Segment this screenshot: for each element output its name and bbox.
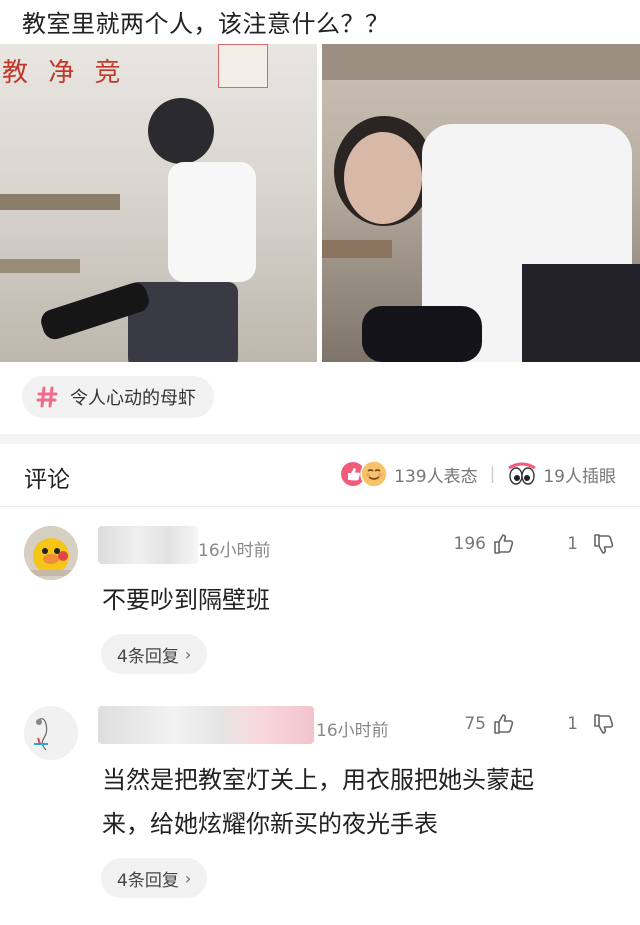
like-button[interactable]: 196 <box>454 532 516 556</box>
reactions-separator: | <box>489 464 496 484</box>
figure-shirt <box>168 162 256 282</box>
comment-text: 不要吵到隔壁班 <box>102 586 270 614</box>
comment-time: 16小时前 <box>316 721 389 741</box>
comment-time: 16小时前 <box>198 541 271 561</box>
photo-banner-text: 教 净 竞 <box>2 58 127 88</box>
like-count: 75 <box>464 714 486 734</box>
thumbs-down-icon <box>594 534 614 554</box>
figure-leg <box>362 306 482 362</box>
username-redacted[interactable] <box>98 526 198 564</box>
comment-text-line: 来，给她炫耀你新买的夜光手表 <box>102 810 438 838</box>
comments-heading: 评论 <box>24 467 70 493</box>
wall-poster <box>218 44 268 88</box>
view-replies-button[interactable]: 4条回复 › <box>101 858 208 898</box>
comment-text-line: 当然是把教室灯关上，用衣服把她头蒙起 <box>102 766 534 794</box>
post-image-right[interactable] <box>322 44 640 362</box>
chevron-right-icon: › <box>184 868 192 888</box>
replies-label: 4条回复 <box>117 870 179 891</box>
poke-count: 19人插眼 <box>543 466 616 487</box>
dislike-count: 1 <box>567 714 578 734</box>
figure-head <box>148 98 214 164</box>
desk-shape <box>0 259 80 273</box>
desk-shape <box>322 240 392 258</box>
like-button[interactable]: 75 <box>464 712 516 736</box>
smile-reaction-icon <box>360 460 388 488</box>
section-divider <box>0 434 640 444</box>
view-replies-button[interactable]: 4条回复 › <box>101 634 208 674</box>
chevron-right-icon: › <box>184 644 192 664</box>
post-title: 教室里就两个人，该注意什么？？ <box>22 10 390 38</box>
figure-skirt <box>522 264 640 362</box>
like-count: 196 <box>453 534 486 554</box>
username-redacted[interactable] <box>98 706 314 744</box>
topic-label: 令人心动的母虾 <box>70 388 196 409</box>
dislike-button[interactable]: 1 <box>567 712 616 736</box>
comment-text: 当然是把教室灯关上，用衣服把她头蒙起 来，给她炫耀你新买的夜光手表 <box>102 758 534 846</box>
reaction-icons <box>340 460 388 488</box>
figure-face <box>344 132 422 224</box>
poke-eyes-icon <box>508 462 537 485</box>
reactions-summary[interactable]: 139人表态 | 19人插眼 <box>340 460 616 488</box>
reactions-count: 139人表态 <box>394 466 478 487</box>
header-divider <box>0 506 640 507</box>
dislike-button[interactable]: 1 <box>567 532 616 556</box>
thumbs-up-icon <box>494 714 514 734</box>
avatar[interactable] <box>24 706 78 760</box>
desk-shape <box>322 44 640 80</box>
dislike-count: 1 <box>567 534 578 554</box>
avatar-sketch-image <box>24 706 78 760</box>
post-image-left[interactable]: 教 净 竞 <box>0 44 317 362</box>
replies-label: 4条回复 <box>117 646 179 667</box>
avatar-duck-image <box>24 526 78 580</box>
thumbs-down-icon <box>594 714 614 734</box>
desk-shape <box>0 194 120 210</box>
avatar[interactable] <box>24 526 78 580</box>
thumbs-up-icon <box>494 534 514 554</box>
hash-icon <box>36 386 58 408</box>
topic-chip[interactable]: 令人心动的母虾 <box>22 376 214 418</box>
